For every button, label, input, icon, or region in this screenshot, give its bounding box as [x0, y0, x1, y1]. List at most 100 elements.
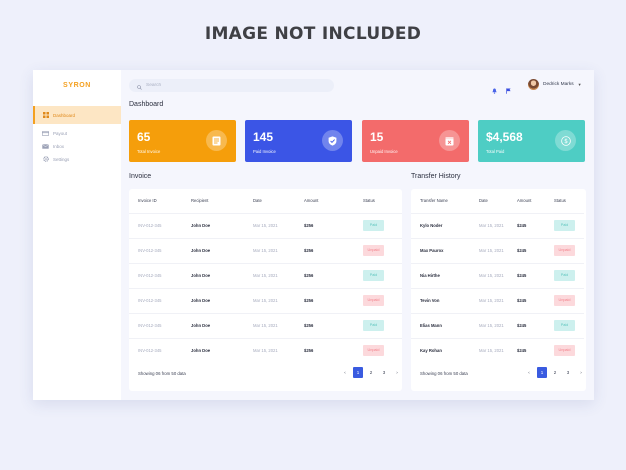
table-row[interactable]: INV-012-345 John Doe Mar 15, 2021 $256 P… — [129, 212, 402, 238]
sidebar-item-label: Inbox — [53, 143, 65, 149]
table-row[interactable]: Nia Hirthe Mar 15, 2021 $245 Paid — [411, 262, 584, 288]
page-button-3[interactable]: 3 — [563, 367, 573, 378]
recipient: John Doe — [191, 237, 253, 263]
stat-value: $4,568 — [486, 130, 523, 144]
column-header: Amount — [304, 198, 319, 204]
column-header: Invoice ID — [138, 198, 157, 204]
chevron-left-icon[interactable]: ‹ — [340, 367, 350, 378]
mail-icon — [42, 143, 49, 150]
card-icon — [42, 130, 49, 137]
date: Mar 15, 2021 — [479, 212, 517, 238]
table-header-row: Transfer Name Date Amount Status — [411, 189, 584, 213]
stat-card-paid-invoice[interactable]: 145 Paid Invoice — [245, 120, 352, 162]
column-header: Status — [554, 198, 566, 204]
stat-label: Total Paid — [486, 149, 505, 154]
page-title: Dashboard — [129, 101, 164, 108]
invoice-id: INV-012-345 — [129, 312, 191, 338]
page-button-1[interactable]: 1 — [353, 367, 363, 378]
table-row[interactable]: Tevin Von Mar 15, 2021 $245 Unpaid — [411, 287, 584, 313]
chevron-right-icon[interactable]: › — [576, 367, 586, 378]
pagination: ‹ 1 2 3 › — [524, 367, 586, 378]
table-row[interactable]: INV-012-345 John Doe Mar 15, 2021 $256 U… — [129, 237, 402, 263]
status-badge: Unpaid — [554, 345, 575, 357]
transfer-history-title: Transfer History — [411, 173, 461, 180]
table-row[interactable]: INV-012-345 John Doe Mar 15, 2021 $256 P… — [129, 312, 402, 338]
page-button-2[interactable]: 2 — [366, 367, 376, 378]
status-badge: Unpaid — [554, 245, 575, 256]
table-row[interactable]: Kay Rohan Mar 15, 2021 $245 Unpaid — [411, 337, 584, 363]
page-button-1[interactable]: 1 — [537, 367, 547, 378]
recipient: John Doe — [191, 262, 253, 288]
invoice-title: Invoice — [129, 173, 152, 180]
transfer-history-panel: Transfer Name Date Amount Status Kylo No… — [411, 189, 586, 391]
invoice-id: INV-012-345 — [129, 287, 191, 313]
transfer-name: Max Paurox — [411, 237, 479, 263]
date: Mar 15, 2021 — [253, 337, 304, 363]
avatar — [528, 79, 539, 90]
sidebar-item-settings[interactable]: Settings — [33, 150, 121, 168]
amount: $245 — [517, 337, 554, 363]
search-bar — [129, 79, 334, 92]
stat-value: 145 — [253, 130, 274, 144]
date: Mar 15, 2021 — [253, 212, 304, 238]
calendar-x-icon — [439, 130, 460, 151]
amount: $245 — [517, 287, 554, 313]
date: Mar 15, 2021 — [479, 337, 517, 363]
amount: $256 — [304, 287, 363, 313]
amount: $256 — [304, 212, 363, 238]
user-menu[interactable]: Dedrick Marks ▼ — [528, 79, 582, 90]
invoice-table: Invoice ID Recipient Date Amount Status … — [129, 189, 402, 363]
table-row[interactable]: Kylo Noder Mar 15, 2021 $245 Paid — [411, 212, 584, 238]
stat-card-total-invoice[interactable]: 65 Total Invoice — [129, 120, 236, 162]
amount: $245 — [517, 212, 554, 238]
table-row[interactable]: Elias Mann Mar 15, 2021 $245 Paid — [411, 312, 584, 338]
amount: $245 — [517, 262, 554, 288]
sidebar-item-label: Dashboard — [53, 112, 76, 118]
recipient: John Doe — [191, 337, 253, 363]
date: Mar 15, 2021 — [253, 237, 304, 263]
transfer-name: Elias Mann — [411, 312, 479, 338]
status-badge: Paid — [554, 270, 575, 281]
column-header: Amount — [517, 198, 532, 204]
search-input[interactable] — [146, 83, 316, 88]
date: Mar 15, 2021 — [253, 312, 304, 338]
stat-label: Paid Invoice — [253, 149, 276, 154]
user-name: Dedrick Marks — [543, 82, 574, 87]
amount: $256 — [304, 237, 363, 263]
status-badge: Unpaid — [363, 345, 384, 357]
stat-label: Unpaid Invoice — [370, 149, 398, 154]
status-badge: Unpaid — [554, 295, 575, 306]
amount: $256 — [304, 312, 363, 338]
column-header: Transfer Name — [420, 198, 448, 204]
status-badge: Paid — [363, 270, 384, 281]
transfer-table: Transfer Name Date Amount Status Kylo No… — [411, 189, 584, 363]
column-header: Date — [479, 198, 488, 204]
chevron-left-icon[interactable]: ‹ — [524, 367, 534, 378]
sidebar-item-dashboard[interactable]: Dashboard — [33, 106, 121, 124]
chevron-right-icon[interactable]: › — [392, 367, 402, 378]
dollar-icon: $ — [555, 130, 576, 151]
invoice-id: INV-012-345 — [129, 337, 191, 363]
page-button-3[interactable]: 3 — [379, 367, 389, 378]
transfer-name: Kay Rohan — [411, 337, 479, 363]
stat-card-total-paid[interactable]: $4,568 Total Paid $ — [478, 120, 585, 162]
invoice-id: INV-012-345 — [129, 262, 191, 288]
flag-icon[interactable] — [506, 81, 511, 99]
table-row[interactable]: INV-012-345 John Doe Mar 15, 2021 $256 U… — [129, 337, 402, 363]
gear-icon — [42, 156, 49, 163]
table-row[interactable]: INV-012-345 John Doe Mar 15, 2021 $256 U… — [129, 287, 402, 313]
document-icon — [206, 130, 227, 151]
stat-card-unpaid-invoice[interactable]: 15 Unpaid Invoice — [362, 120, 469, 162]
page-button-2[interactable]: 2 — [550, 367, 560, 378]
column-header: Date — [253, 198, 262, 204]
sidebar-item-label: Settings — [53, 156, 70, 162]
table-row[interactable]: INV-012-345 John Doe Mar 15, 2021 $256 P… — [129, 262, 402, 288]
shield-check-icon — [322, 130, 343, 151]
date: Mar 15, 2021 — [479, 287, 517, 313]
date: Mar 15, 2021 — [479, 237, 517, 263]
bell-icon[interactable] — [492, 81, 497, 99]
table-row[interactable]: Max Paurox Mar 15, 2021 $245 Unpaid — [411, 237, 584, 263]
pagination-summary: Showing 06 from 50 data — [138, 371, 186, 376]
svg-text:$: $ — [564, 138, 568, 145]
column-header: Status — [363, 198, 375, 204]
